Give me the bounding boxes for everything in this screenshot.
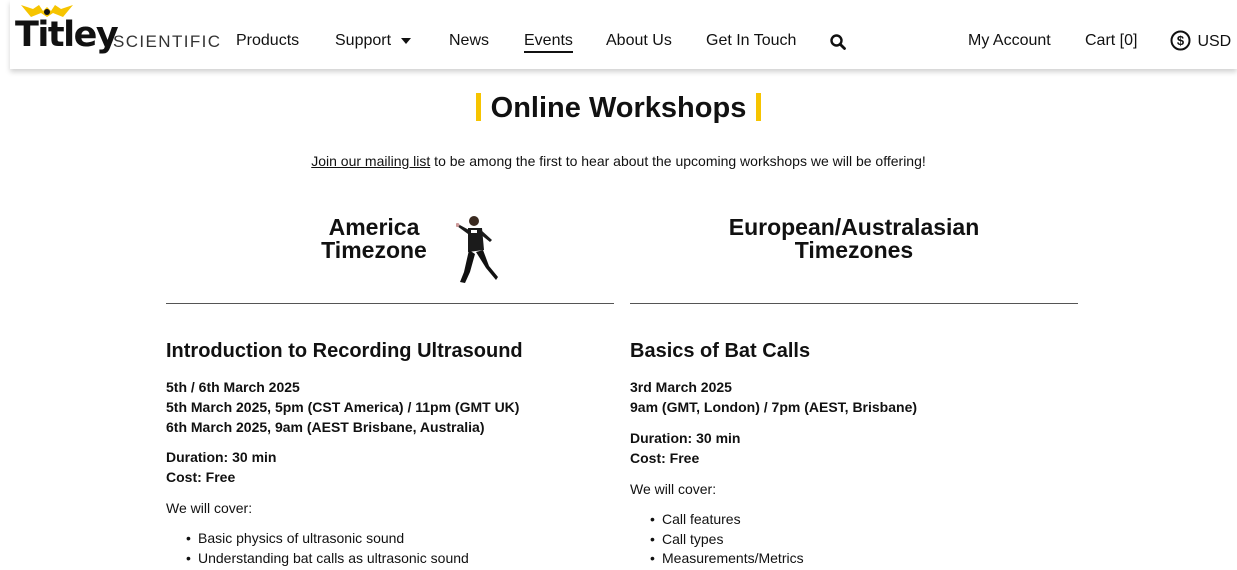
tz-line2: Timezones xyxy=(794,237,914,263)
workshop-duration: Duration: 30 min xyxy=(630,430,741,446)
tz-line1: America xyxy=(328,214,420,240)
workshop-dates: 3rd March 2025 xyxy=(630,379,732,395)
workshop-cover-label: We will cover: xyxy=(166,500,253,516)
list-item: Basic physics of ultrasonic sound xyxy=(166,529,519,549)
intro-rest: to be among the first to hear about the … xyxy=(430,153,926,169)
europe-divider xyxy=(630,303,1078,304)
workshop-cost: Cost: Free xyxy=(630,450,700,466)
workshop-time-2: 6th March 2025, 9am (AEST Brisbane, Aust… xyxy=(166,419,485,435)
list-item: Measurements/Metrics xyxy=(630,549,917,569)
workshop-topics: Basic physics of ultrasonic sound Unders… xyxy=(166,529,519,568)
title-accent-bar-right xyxy=(756,93,762,121)
list-item: Understanding bat calls as ultrasonic so… xyxy=(166,549,519,569)
workshop-cost: Cost: Free xyxy=(166,469,236,485)
list-item: Call features xyxy=(630,510,917,530)
nav-news[interactable]: News xyxy=(449,32,489,50)
workshop-title: Basics of Bat Calls xyxy=(630,340,811,362)
workshop-topics: Call features Call types Measurements/Me… xyxy=(630,510,917,569)
logo-subtitle: SCIENTIFIC xyxy=(113,32,222,51)
workshop-time-1: 9am (GMT, London) / 7pm (AEST, Brisbane) xyxy=(630,399,918,415)
mailing-list-link[interactable]: Join our mailing list xyxy=(311,153,430,169)
nav-get-in-touch[interactable]: Get In Touch xyxy=(706,32,796,50)
workshop-details: 3rd March 2025 9am (GMT, London) / 7pm (… xyxy=(630,377,917,569)
america-divider xyxy=(166,303,614,304)
workshop-duration: Duration: 30 min xyxy=(166,449,277,465)
page-title: Online Workshops xyxy=(0,92,1237,125)
workshop-time-1: 5th March 2025, 5pm (CST America) / 11pm… xyxy=(166,399,520,415)
america-column: America Timezone Introduction to Recordi… xyxy=(166,210,614,568)
titley-logo[interactable]: Titley SCIENTIFIC xyxy=(15,3,220,59)
nav-support-label: Support xyxy=(335,32,392,49)
tz-line2: Timezone xyxy=(321,237,427,263)
workshop-dates: 5th / 6th March 2025 xyxy=(166,379,300,395)
tz-line1: European/Australasian xyxy=(728,214,980,240)
list-item: Call types xyxy=(630,530,917,550)
nav-about[interactable]: About Us xyxy=(606,32,672,50)
nav-products[interactable]: Products xyxy=(236,32,299,50)
workshop-cover-label: We will cover: xyxy=(630,481,717,497)
logo-wordmark: Titley xyxy=(15,15,119,55)
search-icon[interactable] xyxy=(830,34,846,55)
workshop-title: Introduction to Recording Ultrasound xyxy=(166,340,523,362)
my-account-link[interactable]: My Account xyxy=(968,32,1051,50)
site-header: Titley SCIENTIFIC Products Support News … xyxy=(10,0,1237,69)
cart-link[interactable]: Cart [0] xyxy=(1085,32,1137,50)
nav-events[interactable]: Events xyxy=(524,32,573,53)
page-title-text: Online Workshops xyxy=(490,92,747,124)
intro-text: Join our mailing list to be among the fi… xyxy=(0,153,1237,169)
svg-text:$: $ xyxy=(1177,33,1185,48)
dancing-man-icon xyxy=(456,216,498,283)
nav-support[interactable]: Support xyxy=(335,32,412,50)
caret-down-icon xyxy=(401,37,412,44)
europe-column: European/Australasian Timezones Basics o… xyxy=(630,210,1078,568)
dollar-circle-icon: $ xyxy=(1170,30,1191,51)
currency-selector[interactable]: $ USD xyxy=(1170,30,1231,51)
workshop-details: 5th / 6th March 2025 5th March 2025, 5pm… xyxy=(166,377,519,568)
america-timezone-heading: America Timezone xyxy=(166,210,614,304)
currency-label: USD xyxy=(1197,33,1232,50)
europe-timezone-heading: European/Australasian Timezones xyxy=(630,210,1078,304)
title-accent-bar-left xyxy=(475,93,481,121)
